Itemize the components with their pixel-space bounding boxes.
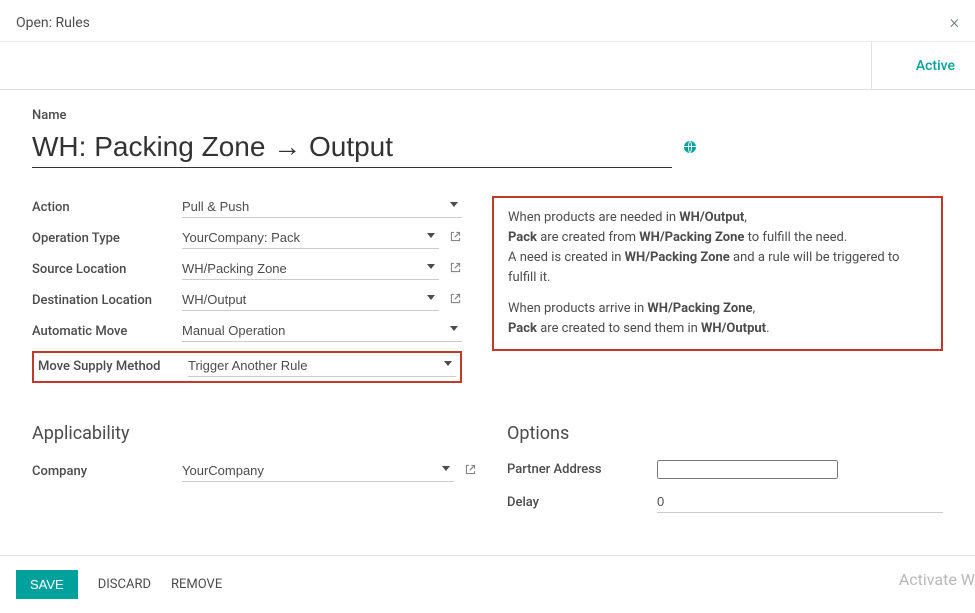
external-link-icon[interactable] xyxy=(464,463,477,480)
active-status-button[interactable]: Active xyxy=(871,42,975,89)
external-link-icon[interactable] xyxy=(449,230,462,247)
move-supply-method-select[interactable] xyxy=(188,355,456,377)
external-link-icon[interactable] xyxy=(449,292,462,309)
rule-description-box: When products are needed in WH/Output, P… xyxy=(492,196,943,351)
desc-text: . xyxy=(766,321,769,336)
desc-bold: WH/Output xyxy=(701,321,766,336)
applicability-title: Applicability xyxy=(32,423,477,444)
operation-type-label: Operation Type xyxy=(32,231,182,246)
name-input-row xyxy=(32,129,943,168)
save-button[interactable]: SAVE xyxy=(16,570,78,599)
status-bar: Active xyxy=(0,42,975,90)
move-supply-method-row: Move Supply Method xyxy=(34,353,460,379)
active-label: Active xyxy=(916,58,955,74)
desc-text: to fulfill the need. xyxy=(744,230,847,245)
desc-text: , xyxy=(753,301,756,316)
action-label: Action xyxy=(32,200,182,215)
desc-bold: Pack xyxy=(508,230,537,245)
source-location-label: Source Location xyxy=(32,262,182,277)
name-label: Name xyxy=(32,108,943,123)
watermark-text: Activate W xyxy=(899,570,975,589)
source-location-select[interactable] xyxy=(182,258,439,280)
move-supply-highlight: Move Supply Method xyxy=(32,351,462,383)
desc-text: are created from xyxy=(537,230,639,245)
automatic-move-select[interactable] xyxy=(182,320,462,342)
partner-address-label: Partner Address xyxy=(507,462,657,477)
action-row: Action xyxy=(32,196,462,218)
company-label: Company xyxy=(32,464,182,479)
desc-bold: Pack xyxy=(508,321,537,336)
remove-button[interactable]: REMOVE xyxy=(171,577,222,592)
automatic-move-row: Automatic Move xyxy=(32,320,462,342)
source-location-row: Source Location xyxy=(32,258,462,280)
automatic-move-label: Automatic Move xyxy=(32,324,182,339)
company-select[interactable] xyxy=(182,460,454,482)
operation-type-select[interactable] xyxy=(182,227,439,249)
desc-text: are created to send them in xyxy=(537,321,701,336)
delay-label: Delay xyxy=(507,495,657,510)
move-supply-method-label: Move Supply Method xyxy=(38,359,188,374)
desc-text: , xyxy=(744,210,747,225)
options-title: Options xyxy=(507,423,943,444)
desc-bold: WH/Packing Zone xyxy=(639,230,744,245)
delay-input[interactable] xyxy=(657,491,943,513)
delay-row: Delay xyxy=(507,491,943,513)
company-row: Company xyxy=(32,460,477,482)
form-content: Name Action Operation Type xyxy=(0,90,975,535)
discard-button[interactable]: DISCARD xyxy=(98,577,151,592)
desc-bold: WH/Packing Zone xyxy=(625,250,730,265)
archive-icon xyxy=(892,59,908,73)
action-select[interactable] xyxy=(182,196,462,218)
partner-address-select[interactable] xyxy=(657,460,838,479)
destination-location-label: Destination Location xyxy=(32,293,182,308)
destination-location-select[interactable] xyxy=(182,289,439,311)
desc-bold: WH/Output xyxy=(679,210,744,225)
destination-location-row: Destination Location xyxy=(32,289,462,311)
close-icon[interactable]: × xyxy=(950,12,959,33)
external-link-icon[interactable] xyxy=(449,261,462,278)
name-input[interactable] xyxy=(32,129,672,168)
operation-type-row: Operation Type xyxy=(32,227,462,249)
desc-text: When products are needed in xyxy=(508,210,679,225)
modal-title: Open: Rules xyxy=(16,15,90,31)
modal-header: Open: Rules × xyxy=(0,0,975,42)
desc-text: When products arrive in xyxy=(508,301,647,316)
desc-bold: WH/Packing Zone xyxy=(647,301,752,316)
globe-icon[interactable] xyxy=(684,141,696,153)
partner-address-row: Partner Address xyxy=(507,460,943,479)
desc-text: A need is created in xyxy=(508,250,625,265)
modal-footer: SAVE DISCARD REMOVE xyxy=(0,555,975,613)
